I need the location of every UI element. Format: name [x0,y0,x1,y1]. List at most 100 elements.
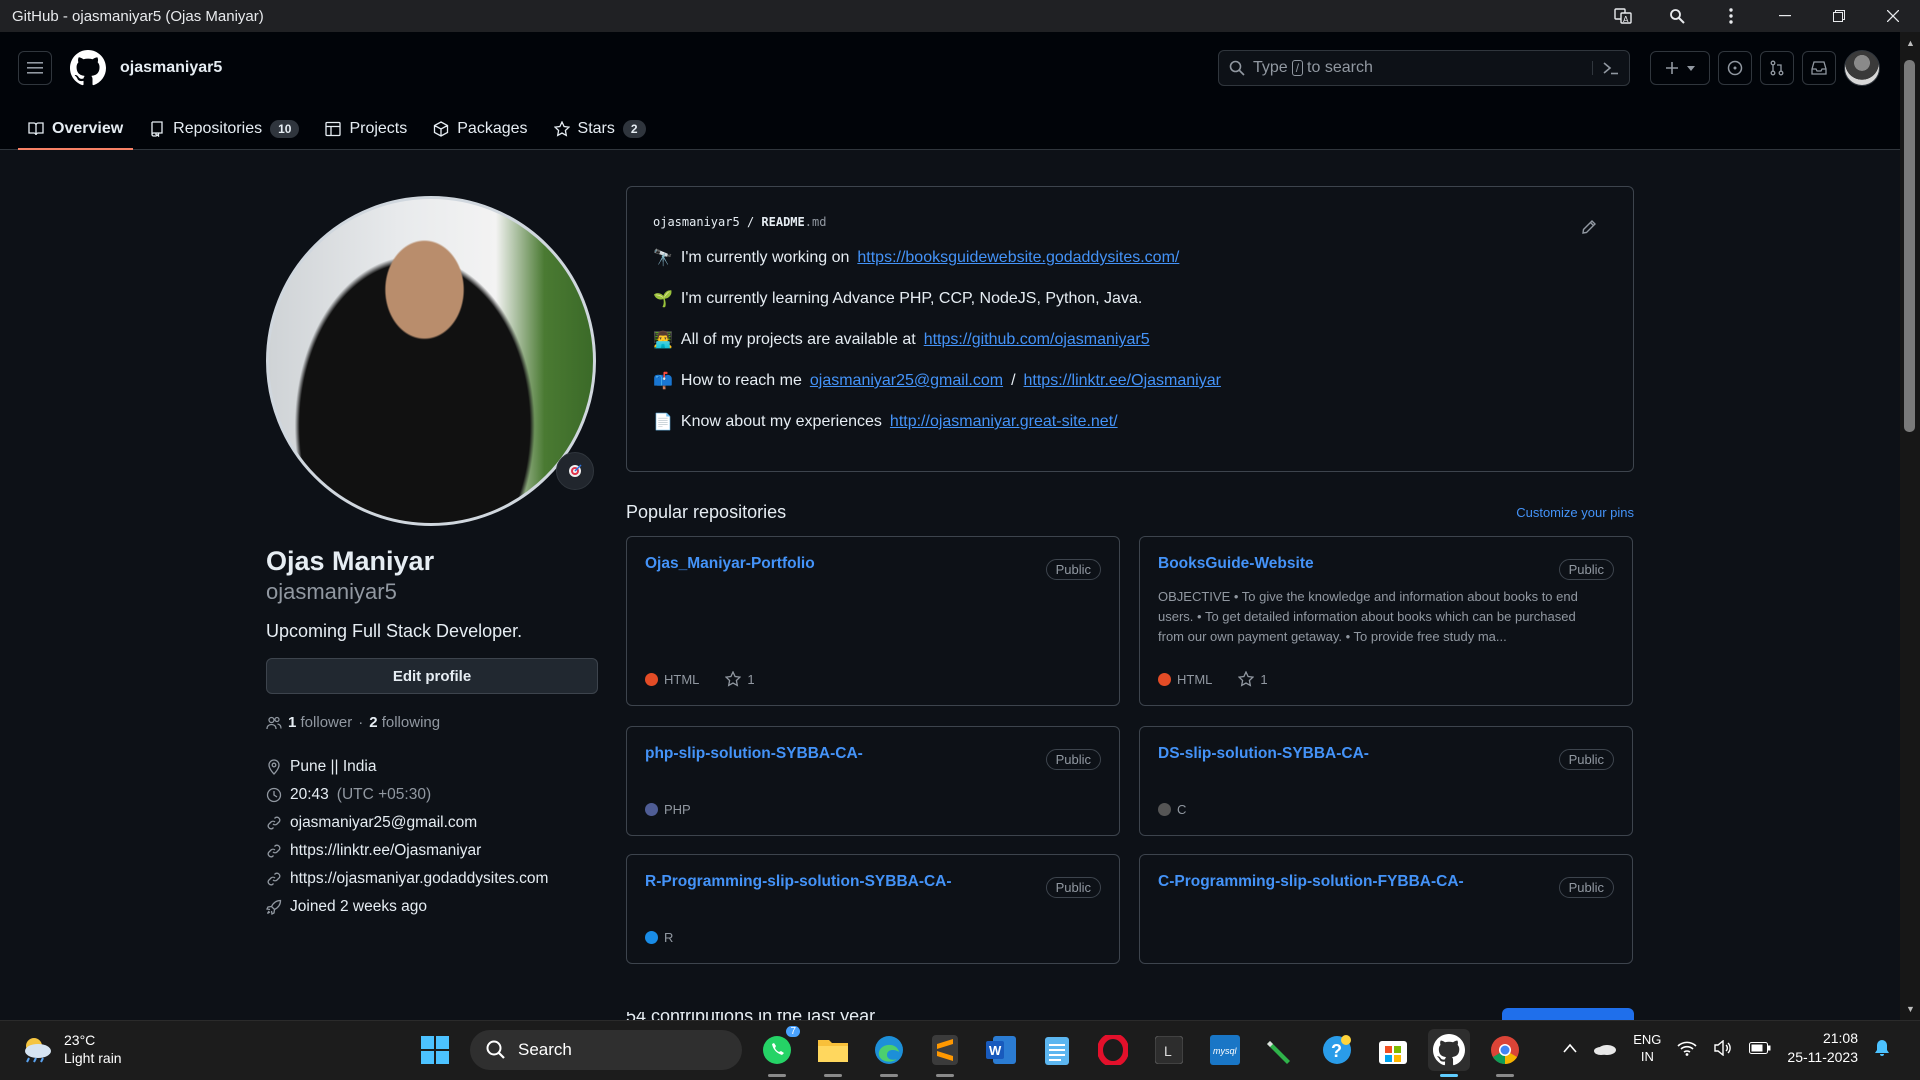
tab-packages[interactable]: Packages [423,108,537,150]
profile-name: Ojas Maniyar [266,546,435,576]
public-badge: Public [1045,749,1101,770]
notepad-app[interactable] [1036,1029,1078,1071]
repo-name-link[interactable]: C-Programming-slip-solution-FYBBA-CA- [1158,873,1464,890]
inbox-button[interactable] [1802,51,1836,85]
public-badge: Public [1558,559,1614,580]
tab-overview[interactable]: Overview [18,108,134,150]
issues-button[interactable] [1718,51,1752,85]
minimize-icon[interactable] [1758,0,1812,32]
followers-link[interactable]: 1 follower [288,714,352,731]
edit-readme-pencil-icon[interactable] [1581,219,1597,235]
edge-icon [875,1036,903,1064]
repo-description: OBJECTIVE • To give the knowledge and in… [1158,589,1578,644]
repo-name-link[interactable]: R-Programming-slip-solution-SYBBA-CA- [645,873,952,890]
help-app[interactable]: ? [1316,1029,1358,1071]
following-link[interactable]: 2 following [369,714,440,731]
close-icon[interactable] [1866,0,1920,32]
microsoft-store-app[interactable] [1372,1029,1414,1071]
word-app[interactable]: W [980,1029,1022,1071]
chrome-icon [1491,1036,1519,1064]
public-badge: Public [1558,877,1614,898]
notification-bell-icon[interactable] [1874,1039,1890,1057]
repo-name-link[interactable]: php-slip-solution-SYBBA-CA- [645,745,863,762]
star-count[interactable]: 1 [1260,672,1267,687]
scroll-thumb[interactable] [1904,60,1915,432]
set-status-button[interactable] [556,452,594,490]
tab-stars[interactable]: Stars 2 [544,108,656,150]
command-palette-icon[interactable] [1592,61,1619,75]
show-hidden-icons-chevron-icon[interactable] [1563,1043,1577,1053]
email-link[interactable]: ojasmaniyar25@gmail.com [266,809,598,837]
edit-profile-button[interactable]: Edit profile [266,658,598,694]
page-scrollbar[interactable]: ▲ ▼ [1900,32,1920,1020]
start-button[interactable] [414,1029,456,1071]
repo-name-link[interactable]: Ojas_Maniyar-Portfolio [645,555,815,572]
repo-card: Ojas_Maniyar-Portfolio Public HTML 1 [626,536,1120,706]
scroll-down-icon[interactable]: ▼ [1906,1004,1915,1014]
stars-count-badge: 2 [622,120,646,138]
l-app[interactable]: L [1148,1029,1190,1071]
rain-cloud-icon [25,1038,51,1063]
edge-app[interactable] [868,1029,910,1077]
contribution-settings-button[interactable] [1502,1008,1634,1020]
taskbar-search[interactable]: Search [470,1030,742,1070]
pull-request-icon [1770,60,1784,76]
opera-icon [1098,1035,1128,1065]
star-icon [553,121,570,137]
sublime-icon [932,1035,958,1065]
linktree-readme-link[interactable]: https://linktr.ee/Ojasmaniyar [1024,372,1221,390]
github-logo-icon[interactable] [70,50,106,86]
repo-name-link[interactable]: DS-slip-solution-SYBBA-CA- [1158,745,1369,762]
restore-icon[interactable] [1812,0,1866,32]
profile-avatar[interactable] [266,196,596,526]
opera-app[interactable] [1092,1029,1134,1071]
tab-repositories[interactable]: Repositories 10 [139,108,309,150]
package-icon [434,121,449,137]
header-username[interactable]: ojasmaniyar5 [120,59,222,77]
star-count[interactable]: 1 [747,672,754,687]
email-readme-link[interactable]: ojasmaniyar25@gmail.com [810,372,1003,390]
user-avatar[interactable] [1844,50,1880,86]
onedrive-icon[interactable] [1593,1041,1617,1055]
search-input[interactable]: Type / to search [1218,50,1630,86]
l-app-icon: L [1155,1036,1183,1064]
sublime-text-app[interactable] [924,1029,966,1077]
github-desktop-app[interactable] [1428,1029,1470,1077]
volume-icon[interactable] [1713,1040,1733,1056]
tab-projects[interactable]: Projects [315,108,417,150]
clock[interactable]: 21:08 25-11-2023 [1787,1029,1858,1067]
pull-requests-button[interactable] [1760,51,1794,85]
battery-icon[interactable] [1749,1042,1771,1054]
whatsapp-app[interactable]: 7 [756,1026,800,1077]
create-new-button[interactable] [1650,51,1710,85]
profile-bio: Upcoming Full Stack Developer. [266,621,523,641]
page-icon: 📄 [653,414,673,431]
marker-app[interactable] [1260,1029,1302,1071]
file-explorer-app[interactable] [812,1029,854,1077]
repositories-count-badge: 10 [270,120,300,138]
more-menu-icon[interactable] [1704,0,1758,32]
weather-widget[interactable]: 23°C Light rain [20,1031,122,1067]
github-profile-link[interactable]: https://github.com/ojasmaniyar5 [924,331,1150,349]
weather-condition: Light rain [64,1050,122,1066]
word-icon: W [986,1036,1016,1064]
chrome-app[interactable] [1484,1029,1526,1077]
language-indicator[interactable]: ENG IN [1633,1031,1661,1065]
experience-site-link[interactable]: http://ojasmaniyar.great-site.net/ [890,413,1118,431]
zoom-icon[interactable] [1650,0,1704,32]
linktree-link[interactable]: https://linktr.ee/Ojasmaniyar [266,837,598,865]
customize-pins-link[interactable]: Customize your pins [1516,505,1634,520]
repo-name-link[interactable]: BooksGuide-Website [1158,555,1314,572]
mysql-app[interactable]: mysql [1204,1029,1246,1071]
clock-icon [266,787,282,803]
readme-line-experience: 📄 Know about my experiences http://ojasman… [653,413,1118,431]
booksguide-link[interactable]: https://booksguidewebsite.godaddysites.c… [857,249,1179,267]
hamburger-menu-button[interactable] [18,51,52,85]
website-link[interactable]: https://ojasmaniyar.godaddysites.com [266,865,598,893]
search-icon [486,1040,505,1059]
popular-repos-title: Popular repositories [626,502,787,522]
wifi-icon[interactable] [1677,1040,1697,1056]
translate-icon[interactable]: A [1596,0,1650,32]
scroll-up-icon[interactable]: ▲ [1906,38,1915,48]
help-icon: ? [1323,1035,1351,1064]
